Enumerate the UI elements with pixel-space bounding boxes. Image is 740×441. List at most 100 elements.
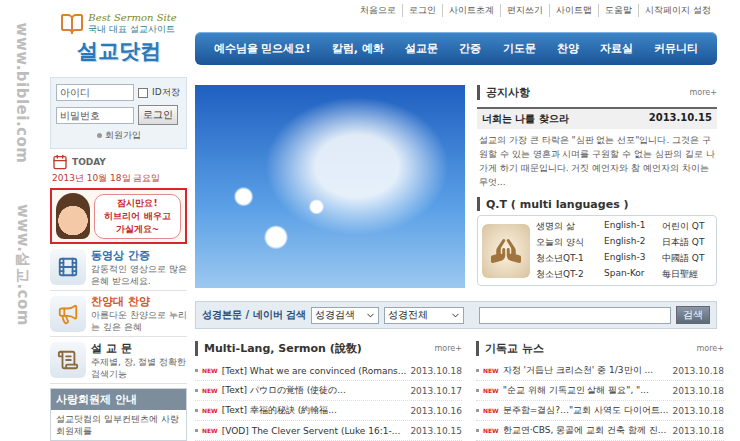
qt-image (482, 224, 530, 278)
sidebar-item-desc: 아름다운 찬양으로 누리는 깊은 은혜 (91, 309, 187, 333)
membership-box[interactable]: 사랑회원제 안내설교닷컴의 일부컨텐츠에 사랑회원제를 (50, 388, 187, 441)
new-badge: NEW (202, 387, 218, 394)
qt-link[interactable]: English-1 (604, 220, 660, 233)
login-button[interactable]: 로그인 (138, 105, 178, 125)
qt-link[interactable]: 청소년QT-2 (536, 268, 602, 281)
password-field[interactable] (56, 107, 134, 124)
nav-item[interactable]: 설교문 (405, 41, 438, 56)
join-link[interactable]: 회원가입 (56, 129, 181, 142)
headline-date: 2013.10.15 (649, 112, 712, 126)
nav-item[interactable]: 찬양 (557, 41, 579, 56)
list: NEW자정 '거듭난 크리스천' 중 1/3만이 ...2013.10.18NE… (476, 361, 724, 441)
qt-link[interactable]: 생명의 삶 (536, 220, 602, 233)
nav-item[interactable]: 간증 (459, 41, 481, 56)
bullet (476, 409, 479, 412)
id-field[interactable] (56, 84, 134, 101)
nav-item[interactable]: 커뮤니티 (654, 41, 698, 56)
search-field[interactable] (479, 307, 671, 324)
save-id-checkbox[interactable] (138, 88, 148, 98)
top-link[interactable]: 도움말 (598, 4, 638, 17)
bullet (476, 389, 479, 392)
top-links: 처음으로로그인사이트초계편지쓰기사이트맵도움말시작페이지 설정 (195, 0, 717, 22)
section-title: 기독교 뉴스 (485, 341, 544, 356)
nav-item[interactable]: 기도문 (503, 41, 536, 56)
row-title: 한교연·CBS, 몽골에 교회 건축 함께 진... (503, 424, 669, 437)
list-row[interactable]: NEW한교연·CBS, 몽골에 교회 건축 함께 진...2013.10.18 (476, 421, 724, 441)
row-title: [VOD] The Clever Servent (Luke 16:1-... (222, 426, 407, 436)
watermark: www.설교.com (12, 190, 32, 340)
sidebar-item[interactable]: 찬양대 찬양아름다운 찬양으로 누리는 깊은 은혜 (50, 291, 187, 338)
sidebar-item-title: 동영상 간증 (91, 248, 187, 263)
ad-banner[interactable]: 잠시만요!히브리어 배우고가실게요~ (50, 188, 187, 244)
new-badge: NEW (202, 427, 218, 434)
sidebar-icon-box (50, 296, 86, 332)
save-id-label: ID저장 (152, 86, 180, 99)
watermark-strip: www.biblei.comwww.설교.com (0, 0, 44, 441)
list-row[interactable]: NEW[Text] 幸福的秘訣 (約翰福...2013.10.16 (195, 401, 462, 421)
row-title: "순교 위해 기독교인 살해 필요", "... (503, 384, 669, 397)
qt-link[interactable]: English-2 (604, 236, 660, 249)
content: 공지사항more+너희는 나를 찾으라2013.10.15설교의 가장 큰 타락… (195, 85, 717, 288)
banner-photo (195, 85, 465, 288)
section-title: Q.T ( multi languages ) (486, 198, 629, 211)
top-link[interactable]: 사이트맵 (549, 4, 598, 17)
praying-hands-icon (491, 236, 521, 266)
sidebar-item-title: 찬양대 찬양 (91, 294, 187, 309)
top-link[interactable]: 사이트초계 (442, 4, 500, 17)
more-link[interactable]: more+ (697, 344, 724, 353)
search-select[interactable]: 성경검색 (311, 307, 379, 324)
sidebar-item[interactable]: 설 교 문주제별, 장, 절별 정확한 검색기능 (50, 337, 187, 384)
qt-link[interactable]: 어린이 QT (662, 220, 704, 233)
sidebar-icon-box (50, 249, 86, 285)
sidebar-item[interactable]: 동영상 간증감동적인 영상으로 많은 은혜 받으세요. (50, 244, 187, 291)
headline-title: 너희는 나를 찾으라 (482, 112, 569, 126)
list-row[interactable]: NEW자정 '거듭난 크리스천' 중 1/3만이 ...2013.10.18 (476, 361, 724, 381)
nav-item[interactable]: 예수님을 믿으세요! (214, 41, 311, 56)
qt-link[interactable]: Span-Kor (604, 268, 660, 281)
chevron-down-icon (365, 310, 376, 321)
qt-link[interactable]: 每日聖經 (662, 268, 704, 281)
row-title: [Text] 幸福的秘訣 (約翰福... (222, 404, 407, 417)
search-button[interactable]: 검색 (676, 306, 710, 324)
nav-bar: 예수님을 믿으세요! 칼럼, 예화 설교문 간증 기도문 찬양 자료실 커뮤니티 (195, 32, 717, 65)
sidebar-icon-box (50, 342, 86, 378)
list-row[interactable]: NEW[Text] パウロの覚悟 (使徒の...2013.10.17 (195, 381, 462, 401)
more-link[interactable]: more+ (434, 344, 461, 353)
qt-link[interactable]: 오늘의 양식 (536, 236, 602, 249)
bullet (195, 389, 198, 392)
list-row[interactable]: NEW[Text] What we are convinced (Romans.… (195, 361, 462, 381)
more-link[interactable]: more+ (690, 88, 717, 97)
list-row[interactable]: NEW [VOD] The Clever Servent (Luke 16:1-.… (195, 421, 462, 441)
row-date: 2013.10.18 (410, 366, 462, 376)
list-row[interactable]: NEW분주함=결심?…"교회 사역도 다이어트...2013.10.18 (476, 401, 724, 421)
list-row[interactable]: NEW"순교 위해 기독교인 살해 필요", "...2013.10.18 (476, 381, 724, 401)
nav-item[interactable]: 자료실 (600, 41, 633, 56)
qt-link[interactable]: 日本語 QT (662, 236, 704, 249)
logo-subtitle: 국내 대표 설교사이트 (88, 23, 176, 36)
list: NEW[Text] What we are convinced (Romans.… (195, 361, 462, 441)
top-link[interactable]: 시작페이지 설정 (638, 4, 717, 17)
nav-item[interactable]: 칼럼, 예화 (332, 41, 384, 56)
new-badge: NEW (483, 367, 499, 374)
news-list: 기독교 뉴스 more+ NEW자정 '거듭난 크리스천' 중 1/3만이 ...2… (476, 341, 724, 441)
main: 처음으로로그인사이트초계편지쓰기사이트맵도움말시작페이지 설정예수님을 믿으세요… (195, 0, 717, 441)
row-date: 2013.10.18 (672, 366, 724, 376)
search-select[interactable]: 성경전체 (384, 307, 464, 324)
qt-link[interactable]: English-3 (604, 252, 660, 265)
top-link[interactable]: 편지쓰기 (500, 4, 549, 17)
top-link[interactable]: 처음으로 (354, 4, 402, 17)
sidebar-item-desc: 감동적인 영상으로 많은 은혜 받으세요. (91, 263, 187, 287)
section-title: 공지사항 (486, 85, 530, 100)
top-link[interactable]: 로그인 (402, 4, 442, 17)
chevron-down-icon (450, 310, 461, 321)
new-badge: NEW (483, 427, 499, 434)
qt-link[interactable]: 中國語 QT (662, 252, 704, 265)
today-box: TODAY2013년 10월 18일 금요일 (50, 149, 187, 188)
bullet (195, 369, 198, 372)
row-date: 2013.10.18 (672, 406, 724, 416)
logo[interactable]: Best Sermon Site국내 대표 설교사이트설교닷컴 (50, 0, 187, 77)
membership-desc: 설교닷컴의 일부컨텐츠에 사랑회원제를 (51, 410, 186, 440)
qt-link[interactable]: 청소년QT-1 (536, 252, 602, 265)
notice-headline[interactable]: 너희는 나를 찾으라 2013.10.15 (477, 107, 717, 129)
right-column: 공지사항more+너희는 나를 찾으라2013.10.15설교의 가장 큰 타락… (477, 85, 717, 288)
